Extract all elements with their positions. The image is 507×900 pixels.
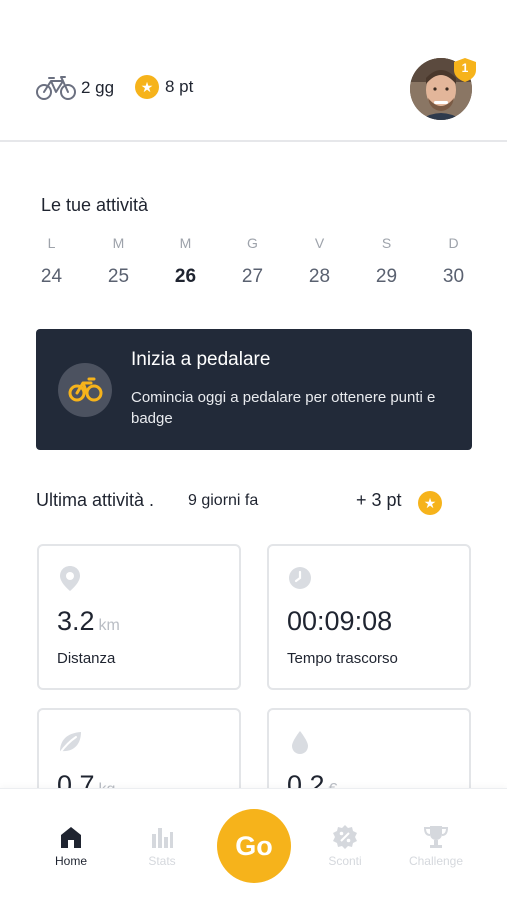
day-tuesday[interactable]: M 25 xyxy=(85,232,152,288)
points-value: 8 pt xyxy=(165,77,194,96)
day-sunday[interactable]: D 30 xyxy=(420,232,487,288)
bike-badge-icon xyxy=(58,363,112,417)
tab-stats[interactable]: Stats xyxy=(122,824,202,868)
day-letter: G xyxy=(247,235,258,251)
profile-avatar-button[interactable]: 1 xyxy=(410,58,476,120)
points-stat: ★ 8 pt xyxy=(135,75,193,99)
day-number: 30 xyxy=(442,266,465,287)
home-icon xyxy=(61,827,81,848)
time-value-row: 00:09:08 xyxy=(287,606,392,637)
tab-stats-label: Stats xyxy=(148,854,176,868)
discount-badge-icon xyxy=(333,825,357,849)
activities-title: Le tue attività xyxy=(41,195,149,215)
bottom-tab-bar: Home Stats Go Sconti Challenge xyxy=(0,788,507,900)
week-calendar: L 24 M 25 M 26 G 27 V 28 S 29 D 30 xyxy=(18,232,488,288)
notification-count: 1 xyxy=(461,61,469,75)
day-number: 27 xyxy=(241,266,264,287)
day-letter: L xyxy=(47,235,56,251)
tab-sconti[interactable]: Sconti xyxy=(305,824,385,868)
star-icon: ★ xyxy=(135,75,159,99)
drop-icon xyxy=(287,728,313,756)
distance-value: 3.2 xyxy=(57,606,95,636)
day-friday[interactable]: V 28 xyxy=(286,232,353,288)
clock-icon xyxy=(287,564,313,592)
day-letter: D xyxy=(448,235,459,251)
day-letter: V xyxy=(314,235,325,251)
tab-challenge[interactable]: Challenge xyxy=(396,824,476,868)
day-letter: M xyxy=(179,235,192,251)
last-activity-label: Ultima attività . xyxy=(36,490,155,510)
distance-card[interactable]: 3.2 km Distanza xyxy=(37,544,241,690)
bike-icon xyxy=(36,76,76,100)
tab-challenge-label: Challenge xyxy=(408,854,464,868)
day-number: 28 xyxy=(308,266,331,287)
distance-value-row: 3.2 km xyxy=(57,606,120,637)
day-thursday[interactable]: G 27 xyxy=(219,232,286,288)
location-pin-icon xyxy=(57,564,83,592)
day-number: 29 xyxy=(375,266,398,287)
last-activity-when: 9 giorni fa xyxy=(188,492,259,509)
day-number: 25 xyxy=(107,266,130,287)
time-card[interactable]: 00:09:08 Tempo trascorso xyxy=(267,544,471,690)
tab-sconti-label: Sconti xyxy=(328,854,362,868)
day-wednesday-selected[interactable]: M 26 xyxy=(152,232,219,288)
trophy-icon xyxy=(423,826,449,848)
bar-chart-icon xyxy=(152,828,173,848)
tab-home-label: Home xyxy=(54,854,87,868)
top-header: 2 gg ★ 8 pt 1 xyxy=(0,0,507,142)
tab-home[interactable]: Home xyxy=(31,824,111,868)
notification-badge: 1 xyxy=(454,58,476,82)
promo-description: Comincia oggi a pedalare per ottenere pu… xyxy=(131,389,436,427)
leaf-icon xyxy=(57,728,83,756)
last-activity-row: Ultima attività . 9 giorni fa + 3 pt ★ xyxy=(36,490,476,516)
last-activity-points: + 3 pt xyxy=(356,490,402,510)
day-monday[interactable]: L 24 xyxy=(18,232,85,288)
distance-label: Distanza xyxy=(57,650,116,667)
go-button[interactable]: Go xyxy=(217,809,291,883)
bike-days-value: 2 gg xyxy=(81,78,115,97)
star-icon: ★ xyxy=(418,491,442,515)
day-saturday[interactable]: S 29 xyxy=(353,232,420,288)
time-value: 00:09:08 xyxy=(287,606,393,636)
distance-unit: km xyxy=(98,617,120,634)
day-letter: S xyxy=(381,235,392,251)
day-number: 24 xyxy=(40,266,63,287)
promo-title: Inizia a pedalare xyxy=(131,349,271,370)
bike-days-stat: 2 gg xyxy=(36,75,114,101)
time-label: Tempo trascorso xyxy=(287,650,398,667)
day-number: 26 xyxy=(174,266,197,287)
start-cycling-card[interactable]: Inizia a pedalare Comincia oggi a pedala… xyxy=(36,329,472,450)
day-letter: M xyxy=(112,235,125,251)
